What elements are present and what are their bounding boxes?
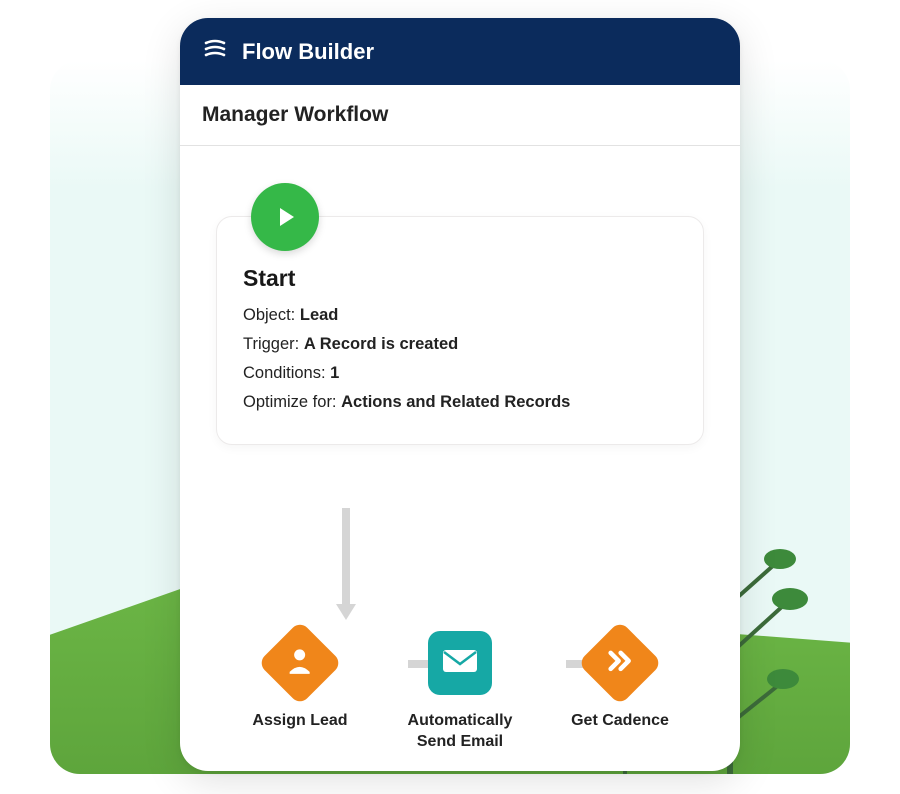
- start-row-object: Object: Lead: [243, 306, 677, 325]
- node-label: Automatically Send Email: [390, 711, 530, 753]
- start-node-card[interactable]: Start Object: Lead Trigger: A Record is …: [216, 216, 704, 445]
- workflow-name: Manager Workflow: [180, 85, 740, 146]
- play-icon[interactable]: [251, 183, 319, 251]
- node-label: Get Cadence: [571, 711, 669, 732]
- flow-nodes-row: Assign Lead Automatically Send Email: [180, 631, 740, 753]
- node-get-cadence[interactable]: Get Cadence: [540, 631, 700, 732]
- start-row-conditions: Conditions: 1: [243, 364, 677, 383]
- flow-icon: [202, 36, 228, 67]
- flow-builder-panel: Flow Builder Manager Workflow Start Obje…: [180, 18, 740, 771]
- person-star-icon: [283, 644, 317, 683]
- node-label: Assign Lead: [252, 711, 347, 732]
- flow-canvas[interactable]: Start Object: Lead Trigger: A Record is …: [180, 146, 740, 771]
- double-chevron-icon: [603, 644, 637, 683]
- envelope-icon: [441, 646, 479, 681]
- app-title: Flow Builder: [242, 39, 374, 65]
- panel-header: Flow Builder: [180, 18, 740, 85]
- start-title: Start: [243, 265, 677, 292]
- node-assign-lead[interactable]: Assign Lead: [220, 631, 380, 732]
- node-send-email[interactable]: Automatically Send Email: [380, 631, 540, 753]
- start-row-optimize: Optimize for: Actions and Related Record…: [243, 393, 677, 412]
- connector-arrow-down: [332, 508, 360, 628]
- start-row-trigger: Trigger: A Record is created: [243, 335, 677, 354]
